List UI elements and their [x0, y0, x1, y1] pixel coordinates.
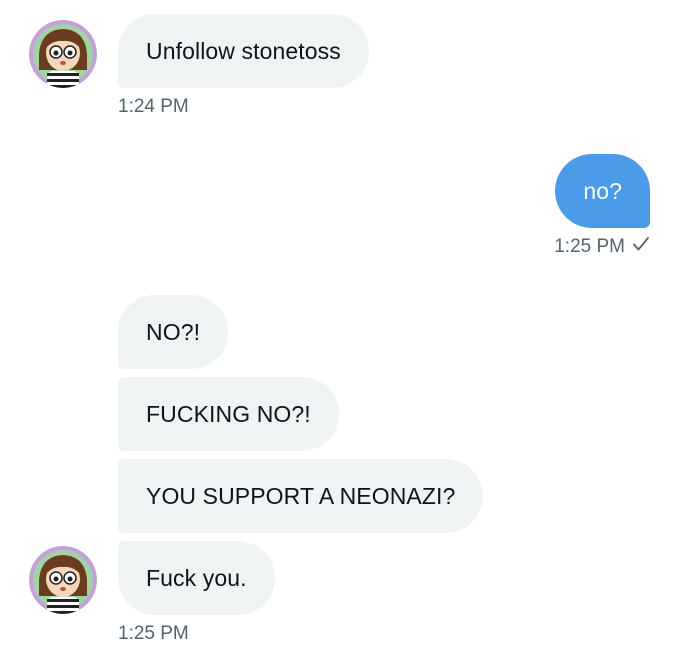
timestamp-text: 1:25 PM: [554, 236, 625, 257]
message-bubble-outgoing[interactable]: no?: [555, 154, 650, 228]
message-text: Fuck you.: [146, 564, 247, 591]
message-text: no?: [583, 177, 622, 204]
message-text: YOU SUPPORT A NEONAZI?: [146, 482, 456, 509]
avatar[interactable]: [29, 20, 97, 88]
message-bubble-incoming[interactable]: FUCKING NO?!: [118, 377, 339, 451]
message-timestamp: 1:25 PM: [554, 236, 650, 258]
avatar-image: [29, 546, 97, 614]
message-bubble-incoming[interactable]: Unfollow stonetoss: [118, 14, 369, 88]
message-bubble-incoming[interactable]: NO?!: [118, 295, 229, 369]
message-bubble-incoming[interactable]: YOU SUPPORT A NEONAZI?: [118, 459, 484, 533]
avatar[interactable]: [29, 546, 97, 614]
check-icon: [632, 236, 650, 258]
message-text: Unfollow stonetoss: [146, 37, 341, 64]
message-text: NO?!: [146, 318, 201, 345]
avatar-image: [29, 20, 97, 88]
message-bubble-incoming[interactable]: Fuck you.: [118, 541, 275, 615]
message-timestamp: 1:24 PM: [118, 96, 189, 117]
message-text: FUCKING NO?!: [146, 400, 311, 427]
message-timestamp: 1:25 PM: [118, 623, 189, 644]
